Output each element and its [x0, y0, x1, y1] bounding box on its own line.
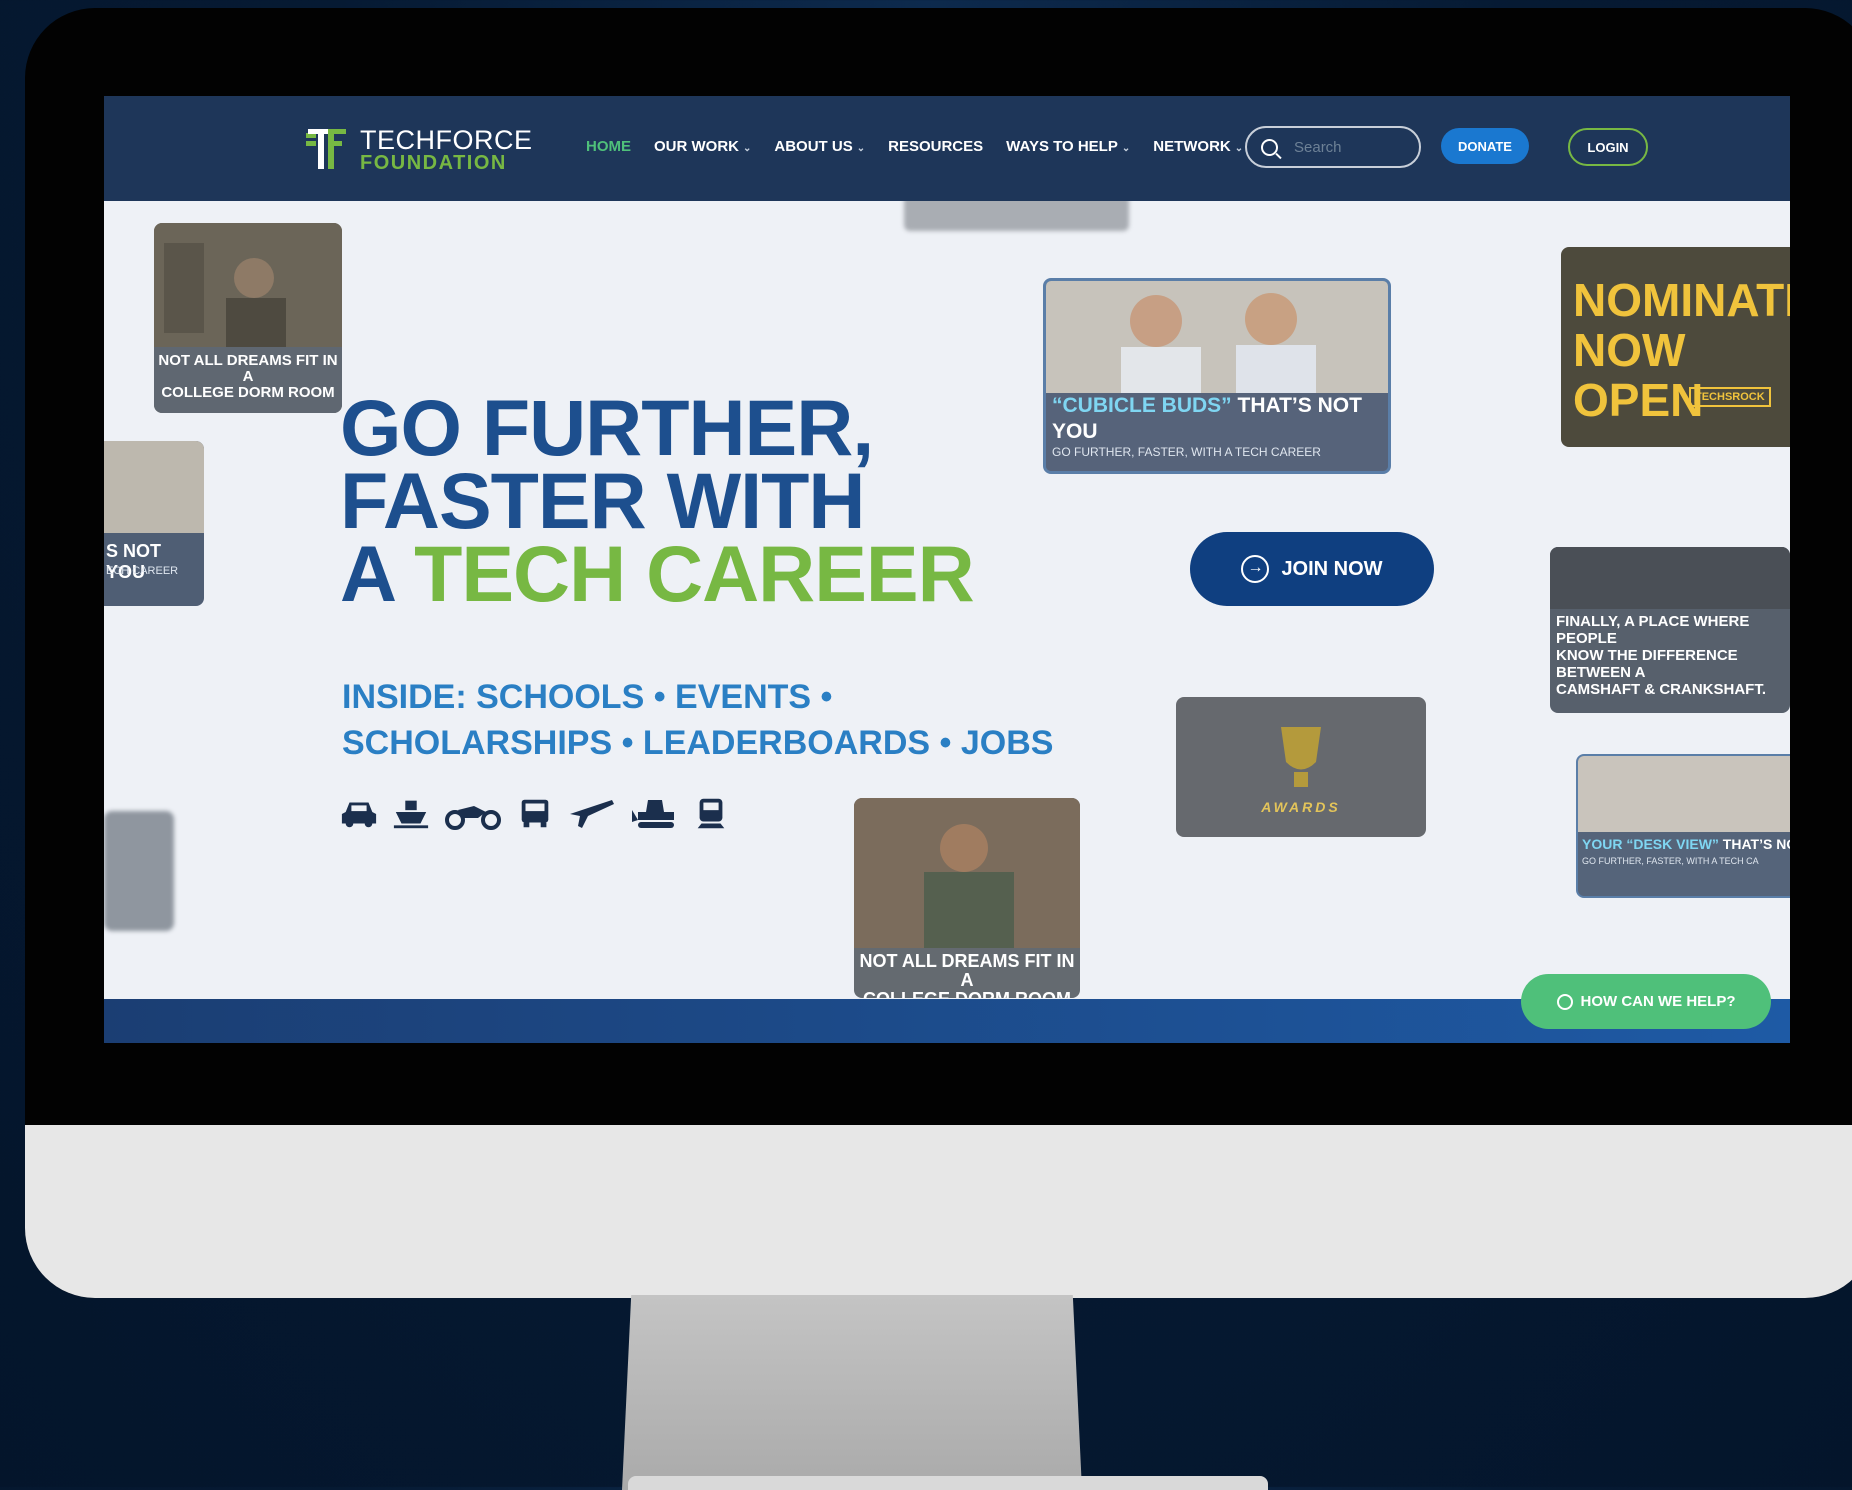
card-left-partial-line2: ECH CAREER — [106, 565, 179, 577]
join-now-button[interactable]: JOIN NOW — [1190, 532, 1434, 606]
hero-line2: FASTER WITH — [340, 456, 865, 545]
card-cubicle-highlight: “CUBICLE BUDS” — [1052, 394, 1232, 417]
logo-line2: FOUNDATION — [360, 152, 507, 174]
cubicle-photo — [1046, 281, 1388, 393]
monitor-stand-base — [628, 1476, 1268, 1490]
chevron-down-icon: ⌄ — [856, 143, 866, 154]
hero-subtitle: INSIDE: SCHOOLS • EVENTS • SCHOLARSHIPS … — [342, 674, 1053, 766]
nav-resources[interactable]: RESOURCES — [888, 138, 983, 155]
card-awards-label: AWARDS — [1261, 799, 1341, 815]
hero-line1: GO FURTHER, — [340, 383, 874, 472]
nav-home[interactable]: HOME — [586, 138, 631, 155]
hero-title: GO FURTHER, FASTER WITH A TECH CAREER — [340, 383, 975, 613]
car-icon — [341, 802, 377, 828]
screen: NOT ALL DREAMS FIT IN A COLLEGE DORM ROO… — [104, 96, 1790, 1043]
card-camshaft-line3: CAMSHAFT & CRANKSHAFT. — [1556, 681, 1766, 698]
card-camshaft-line2: KNOW THE DIFFERENCE BETWEEN A — [1556, 647, 1738, 681]
logo[interactable]: TECHFORCE FOUNDATION — [304, 125, 533, 174]
help-label: HOW CAN WE HELP? — [1580, 993, 1736, 1010]
boat-icon — [393, 800, 429, 829]
card-camshaft-line1: FINALLY, A PLACE WHERE PEOPLE — [1556, 613, 1750, 647]
search-placeholder: Search — [1294, 138, 1342, 156]
blurred-card-left — [104, 811, 174, 931]
trophy-icon — [1281, 727, 1321, 787]
hero-line3-prefix: A — [340, 529, 415, 618]
card-desk-line2: GO FURTHER, FASTER, WITH A TECH CA — [1582, 856, 1759, 866]
join-now-label: JOIN NOW — [1281, 557, 1383, 580]
airplane-icon — [570, 800, 614, 828]
truck-icon — [521, 799, 549, 828]
logo-line1: TECHFORCE — [360, 125, 533, 155]
chevron-down-icon: ⌄ — [1234, 143, 1244, 154]
card-nominations-badge: TECHSROCK — [1689, 387, 1771, 407]
main-nav: HOME OUR WORK ⌄ ABOUT US ⌄ RESOURCES WAYS … — [586, 138, 1243, 155]
nav-about-us[interactable]: ABOUT US ⌄ — [774, 138, 865, 155]
card-nominations-line1: NOMINATIONS — [1573, 274, 1790, 326]
donate-button[interactable]: DONATE — [1441, 128, 1529, 164]
techforce-logo-icon — [306, 129, 346, 169]
chevron-down-icon: ⌄ — [743, 143, 752, 154]
card-awards[interactable]: AWARDS — [1176, 697, 1426, 837]
card-desk-view[interactable]: YOUR “DESK VIEW” THAT’S NOT Y GO FURTHER… — [1576, 754, 1790, 898]
chevron-down-icon: ⌄ — [1121, 143, 1131, 154]
nav-network[interactable]: NETWORK ⌄ — [1153, 138, 1243, 155]
hero-sub-line1: INSIDE: SCHOOLS • EVENTS • — [342, 678, 833, 716]
card-nominations-line2: NOW — [1573, 324, 1686, 376]
bulldozer-icon — [632, 800, 674, 828]
nav-our-work[interactable]: OUR WORK ⌄ — [654, 138, 751, 155]
monitor-stand — [622, 1295, 1082, 1490]
train-icon — [697, 798, 725, 829]
search-icon — [1261, 138, 1278, 156]
monitor-chin — [25, 1125, 1852, 1298]
card-dorm-bottom-line2: COLLEGE DORM ROOM — [854, 990, 1080, 999]
vehicle-icons-row — [340, 796, 730, 830]
arrow-circle-icon — [1241, 555, 1270, 583]
hero-line3-highlight: TECH CAREER — [414, 529, 975, 618]
card-desk-rest: THAT’S NOT Y — [1722, 836, 1790, 852]
card-nominations[interactable]: NOMINATIONS NOW OPEN TECHSROCK — [1561, 247, 1790, 447]
card-left-partial[interactable]: S NOT YOU ECH CAREER — [104, 441, 204, 606]
card-desk-highlight: YOUR “DESK VIEW” — [1582, 836, 1719, 852]
student-photo — [154, 223, 342, 353]
card-dorm-bottom[interactable]: NOT ALL DREAMS FIT IN A COLLEGE DORM ROO… — [854, 798, 1080, 998]
hero-sub-line2: SCHOLARSHIPS • LEADERBOARDS • JOBS — [342, 724, 1054, 762]
search-input[interactable]: Search — [1245, 126, 1421, 168]
card-dorm-top[interactable]: NOT ALL DREAMS FIT IN A COLLEGE DORM ROO… — [154, 223, 342, 413]
help-button[interactable]: HOW CAN WE HELP? — [1521, 974, 1771, 1029]
card-dorm-top-line2: COLLEGE DORM ROOM — [161, 384, 335, 401]
card-cubicle[interactable]: “CUBICLE BUDS” THAT’S NOT YOU GO FURTHER… — [1043, 278, 1391, 474]
motorcycle-icon — [445, 806, 501, 830]
login-button[interactable]: LOGIN — [1568, 128, 1648, 166]
card-camshaft[interactable]: FINALLY, A PLACE WHERE PEOPLE KNOW THE D… — [1550, 547, 1790, 713]
support-icon — [1556, 993, 1573, 1010]
card-dorm-top-line1: NOT ALL DREAMS FIT IN A — [158, 352, 338, 385]
card-dorm-bottom-line1: NOT ALL DREAMS FIT IN A — [859, 951, 1075, 990]
mechanic-photo — [854, 798, 1080, 948]
site-header: TECHFORCE FOUNDATION HOME OUR WORK ⌄ ABOU… — [104, 96, 1790, 201]
nav-ways-to-help[interactable]: WAYS TO HELP ⌄ — [1006, 138, 1130, 155]
card-cubicle-line2: GO FURTHER, FASTER, WITH A TECH CAREER — [1052, 445, 1321, 459]
